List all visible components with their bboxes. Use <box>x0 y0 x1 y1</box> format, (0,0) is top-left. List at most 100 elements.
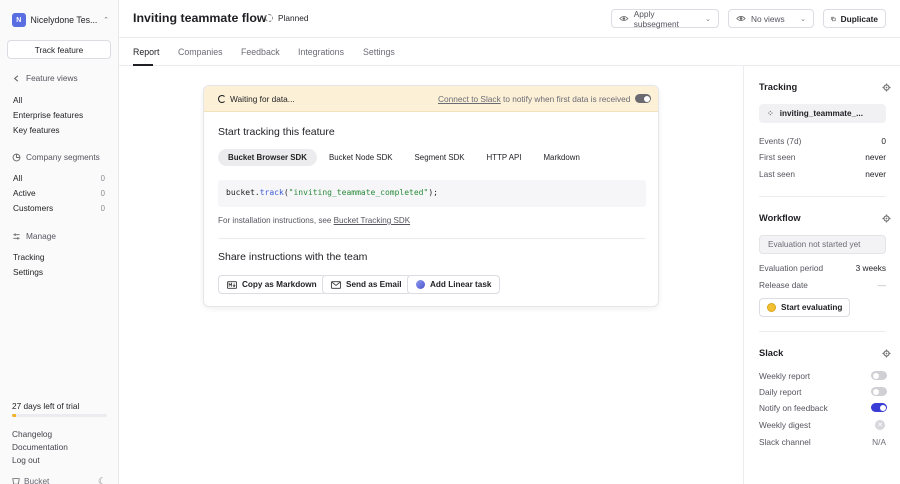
manage-settings[interactable]: Settings <box>13 267 43 277</box>
sdk-tab-http[interactable]: HTTP API <box>477 149 532 166</box>
sidebar: N Nicelydone Tes... ⌃ Track feature Feat… <box>0 0 119 484</box>
weekly-report-label: Weekly report <box>759 371 811 381</box>
chevron-left-icon <box>13 74 19 82</box>
copy-icon <box>831 16 836 21</box>
feature-view-key[interactable]: Key features <box>13 125 60 135</box>
chevron-down-icon: ⌄ <box>705 15 711 23</box>
logout-link[interactable]: Log out <box>12 455 40 465</box>
views-label: No views <box>751 13 785 24</box>
chevron-down-icon: ⌄ <box>800 15 806 23</box>
gear-icon[interactable] <box>882 83 891 92</box>
copy-markdown-label: Copy as Markdown <box>242 280 317 289</box>
tracking-setup-card: Waiting for data... Connect to Slack to … <box>203 85 659 307</box>
segment-active[interactable]: Active <box>13 188 36 198</box>
waiting-text: Waiting for data... <box>230 94 295 104</box>
track-feature-button[interactable]: Track feature <box>7 40 111 59</box>
events-value: 0 <box>881 136 886 146</box>
linear-icon <box>416 280 425 289</box>
panel-divider <box>759 196 886 197</box>
tracking-sdk-link[interactable]: Bucket Tracking SDK <box>334 216 410 225</box>
sdk-tab-browser[interactable]: Bucket Browser SDK <box>218 149 317 166</box>
code-snippet[interactable]: bucket.track("inviting_teammate_complete… <box>218 180 646 207</box>
duplicate-button[interactable]: Duplicate <box>823 9 886 28</box>
sdk-tab-node[interactable]: Bucket Node SDK <box>319 149 403 166</box>
org-switcher[interactable]: N Nicelydone Tes... ⌃ <box>12 12 109 28</box>
sdk-tab-segment[interactable]: Segment SDK <box>405 149 475 166</box>
changelog-link[interactable]: Changelog <box>12 429 52 439</box>
slack-notify-text: Connect to Slack to notify when first da… <box>438 94 630 104</box>
send-email-label: Send as Email <box>346 280 402 289</box>
close-circle-icon[interactable]: ✕ <box>875 420 885 430</box>
trial-text: 27 days left of trial <box>12 401 80 411</box>
waiting-banner: Waiting for data... Connect to Slack to … <box>204 86 658 112</box>
eval-period-label: Evaluation period <box>759 263 824 273</box>
page-header: Inviting teammate flow Planned Apply sub… <box>119 0 900 38</box>
feature-view-all[interactable]: All <box>13 95 22 105</box>
loading-spinner-icon <box>218 95 226 103</box>
notify-feedback-toggle[interactable] <box>871 403 887 412</box>
gear-icon[interactable] <box>882 214 891 223</box>
segment-customers[interactable]: Customers <box>13 203 53 213</box>
theme-toggle-icon[interactable]: ☾ <box>98 476 106 484</box>
event-name-box[interactable]: ⁘ inviting_teammate_... <box>759 104 886 123</box>
sdk-tab-markdown[interactable]: Markdown <box>533 149 589 166</box>
page-title: Inviting teammate flow <box>133 11 267 25</box>
send-email-button[interactable]: Send as Email <box>322 275 411 294</box>
connect-slack-link[interactable]: Connect to Slack <box>438 94 501 104</box>
notify-rest-text: to notify when first data is received <box>503 94 631 104</box>
code-event-string: "inviting_teammate_completed" <box>288 188 429 197</box>
right-panel: Tracking ⁘ inviting_teammate_... Events … <box>743 66 900 484</box>
company-segments-title: Company segments <box>26 152 100 162</box>
feature-tabs: Report Companies Feedback Integrations S… <box>119 38 900 66</box>
apply-subsegment-button[interactable]: Apply subsegment ⌄ <box>611 8 719 29</box>
daily-report-toggle[interactable] <box>871 387 887 396</box>
sdk-tabs: Bucket Browser SDK Bucket Node SDK Segme… <box>218 149 590 166</box>
evaluation-status: Evaluation not started yet <box>759 235 886 254</box>
events-label: Events (7d) <box>759 136 802 146</box>
brand-name: Bucket <box>24 476 50 484</box>
tab-companies[interactable]: Companies <box>178 47 223 57</box>
gear-icon[interactable] <box>882 349 891 358</box>
feature-views-title: Feature views <box>26 73 78 83</box>
feature-view-enterprise[interactable]: Enterprise features <box>13 110 83 120</box>
event-name: inviting_teammate_... <box>779 109 863 118</box>
copy-markdown-button[interactable]: Copy as Markdown <box>218 275 326 294</box>
views-dropdown[interactable]: No views ⌄ <box>728 9 814 28</box>
bucket-logo-icon <box>12 478 20 484</box>
last-seen-value: never <box>865 169 886 179</box>
stage-label: Planned <box>278 13 309 23</box>
weekly-digest-label: Weekly digest <box>759 420 811 430</box>
markdown-icon <box>227 280 237 289</box>
add-linear-task-button[interactable]: Add Linear task <box>407 275 501 294</box>
segment-all[interactable]: All <box>13 173 22 183</box>
segment-icon <box>12 153 21 161</box>
tab-settings[interactable]: Settings <box>363 47 395 57</box>
manage-tracking[interactable]: Tracking <box>13 252 45 262</box>
tab-integrations[interactable]: Integrations <box>298 47 344 57</box>
add-linear-label: Add Linear task <box>430 280 492 289</box>
manage-title: Manage <box>26 231 56 241</box>
section-divider <box>218 238 646 239</box>
bucket-brand[interactable]: Bucket <box>12 476 49 484</box>
tab-report[interactable]: Report <box>133 47 159 57</box>
segment-all-count: 0 <box>100 174 105 183</box>
company-segments-header: Company segments <box>12 152 100 162</box>
start-evaluating-button[interactable]: Start evaluating <box>759 298 851 317</box>
workflow-title: Workflow <box>759 213 801 223</box>
subsegment-label: Apply subsegment <box>633 8 679 29</box>
code-close: ); <box>428 188 438 197</box>
notify-first-data-toggle[interactable] <box>635 94 651 103</box>
code-function: track <box>259 188 284 197</box>
daily-report-label: Daily report <box>759 387 802 397</box>
install-prefix: For installation instructions, see <box>218 216 332 225</box>
documentation-link[interactable]: Documentation <box>12 442 68 452</box>
release-date-label: Release date <box>759 280 808 290</box>
slack-channel-label: Slack channel <box>759 437 811 447</box>
stage-selector[interactable]: Planned <box>265 13 308 23</box>
tab-feedback[interactable]: Feedback <box>241 47 280 57</box>
first-seen-value: never <box>865 152 886 162</box>
trial-progress-fill <box>12 414 16 417</box>
chevron-updown-icon: ⌃ <box>103 17 109 24</box>
duplicate-label: Duplicate <box>840 13 878 24</box>
weekly-report-toggle[interactable] <box>871 371 887 380</box>
